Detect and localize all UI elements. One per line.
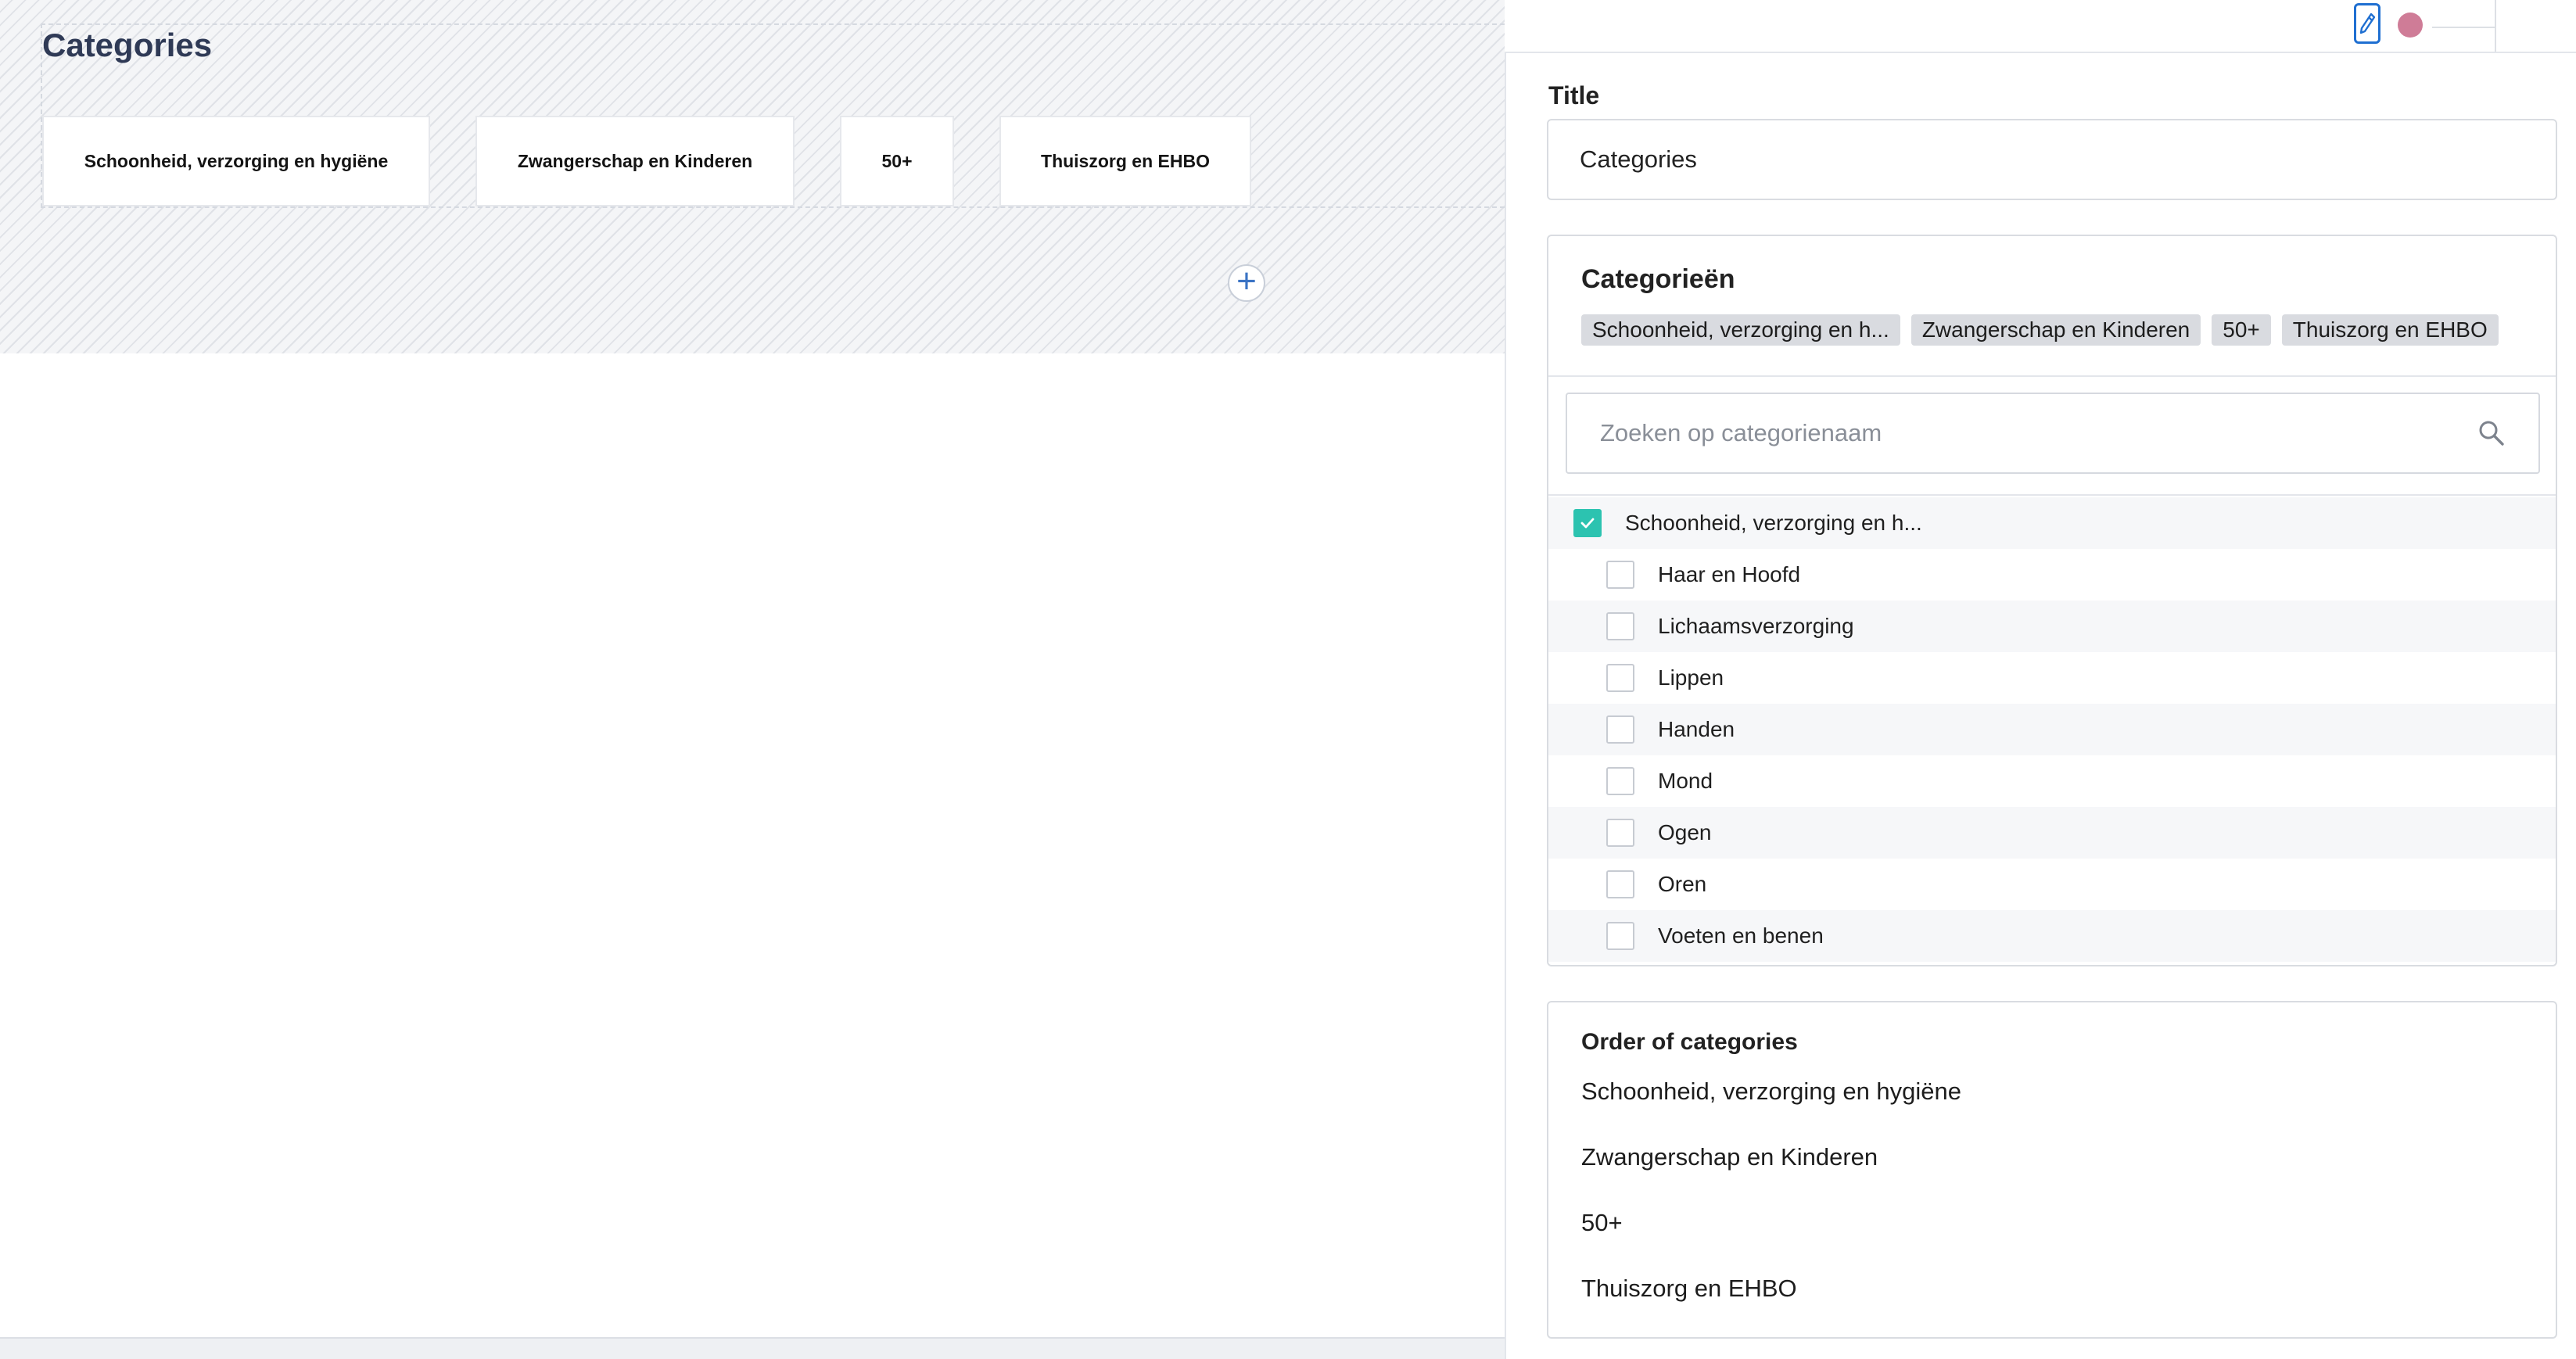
checkbox[interactable]: [1606, 819, 1634, 847]
settings-panel: Title Categories Categorieën Schoonheid,…: [1505, 52, 2576, 1359]
toolbar-divider: [2432, 27, 2495, 28]
tree-item-label: Handen: [1658, 717, 1735, 741]
category-card-2[interactable]: Zwangerschap en Kinderen: [475, 116, 795, 206]
category-card-label: Schoonheid, verzorging en hygiëne: [84, 150, 389, 171]
category-card-label: 50+: [881, 150, 913, 171]
category-card-1[interactable]: Schoonheid, verzorging en hygiëne: [42, 116, 430, 206]
title-input[interactable]: Categories: [1547, 119, 2557, 200]
checkbox[interactable]: [1606, 664, 1634, 692]
checkbox[interactable]: [1606, 922, 1634, 950]
checkbox[interactable]: [1606, 715, 1634, 744]
order-item[interactable]: Thuiszorg en EHBO: [1581, 1273, 1961, 1339]
tree-item-label: Mond: [1658, 769, 1713, 793]
category-card-label: Zwangerschap en Kinderen: [517, 150, 753, 171]
search-placeholder: Zoeken op categorienaam: [1600, 419, 1882, 446]
tree-item-label: Haar en Hoofd: [1658, 562, 1801, 586]
tree-item[interactable]: Schoonheid, verzorging en h...: [1548, 497, 2556, 549]
order-list: Schoonheid, verzorging en hygiëne Zwange…: [1581, 1076, 1961, 1339]
category-card-4[interactable]: Thuiszorg en EHBO: [999, 116, 1251, 206]
tree-item-label: Lichaamsverzorging: [1658, 614, 1854, 638]
toolbar-divider: [2495, 0, 2496, 52]
tree-item[interactable]: Lichaamsverzorging: [1548, 601, 2556, 652]
status-dot[interactable]: [2398, 13, 2423, 38]
selected-chips: Schoonheid, verzorging en h... Zwangersc…: [1581, 314, 2499, 346]
pencil-icon: [2359, 13, 2376, 34]
checkbox[interactable]: [1606, 561, 1634, 589]
category-card-label: Thuiszorg en EHBO: [1041, 150, 1210, 171]
tree-item-label: Voeten en benen: [1658, 923, 1824, 948]
title-label: Title: [1548, 81, 1600, 109]
order-item[interactable]: Schoonheid, verzorging en hygiëne: [1581, 1076, 1961, 1142]
divider: [1548, 494, 2556, 496]
edit-block-button[interactable]: [2354, 3, 2380, 44]
divider: [1548, 375, 2556, 377]
tree-item-label: Ogen: [1658, 820, 1712, 844]
tree-item[interactable]: Mond: [1548, 755, 2556, 807]
checkbox[interactable]: [1606, 612, 1634, 640]
checkbox[interactable]: [1606, 870, 1634, 898]
checkbox[interactable]: [1606, 767, 1634, 795]
category-chip[interactable]: Schoonheid, verzorging en h...: [1581, 314, 1900, 346]
checkbox-checked[interactable]: [1573, 509, 1602, 537]
tree-item-label: Oren: [1658, 872, 1707, 896]
category-chip[interactable]: Zwangerschap en Kinderen: [1910, 314, 2201, 346]
search-icon[interactable]: [2477, 419, 2506, 447]
category-search-input[interactable]: Zoeken op categorienaam: [1566, 393, 2540, 474]
tree-item[interactable]: Voeten en benen: [1548, 910, 2556, 962]
plus-icon: +: [1236, 262, 1257, 300]
tree-item-label: Lippen: [1658, 665, 1724, 690]
tree-item[interactable]: Ogen: [1548, 807, 2556, 859]
order-heading: Order of categories: [1581, 1029, 1798, 1055]
tree-item[interactable]: Lippen: [1548, 652, 2556, 704]
tree-item[interactable]: Handen: [1548, 704, 2556, 755]
check-icon: [1580, 518, 1595, 529]
order-item[interactable]: Zwangerschap en Kinderen: [1581, 1142, 1961, 1207]
tree-item[interactable]: Oren: [1548, 859, 2556, 910]
canvas-bottom-bar: [0, 1337, 1505, 1359]
categories-selector: Categorieën Schoonheid, verzorging en h.…: [1547, 235, 2557, 966]
order-item[interactable]: 50+: [1581, 1207, 1961, 1273]
category-chip[interactable]: 50+: [2212, 314, 2271, 346]
category-card-3[interactable]: 50+: [840, 116, 954, 206]
category-chip[interactable]: Thuiszorg en EHBO: [2281, 314, 2499, 346]
block-title: Categories: [42, 27, 213, 63]
tree-item[interactable]: Haar en Hoofd: [1548, 549, 2556, 601]
categories-heading: Categorieën: [1581, 264, 1735, 294]
tree-item-label: Schoonheid, verzorging en h...: [1625, 511, 1922, 535]
title-input-value: Categories: [1580, 145, 1697, 173]
category-tree: Schoonheid, verzorging en h... Haar en H…: [1548, 497, 2556, 962]
order-of-categories: Order of categories Schoonheid, verzorgi…: [1547, 1001, 2557, 1339]
add-block-button[interactable]: +: [1228, 264, 1265, 302]
